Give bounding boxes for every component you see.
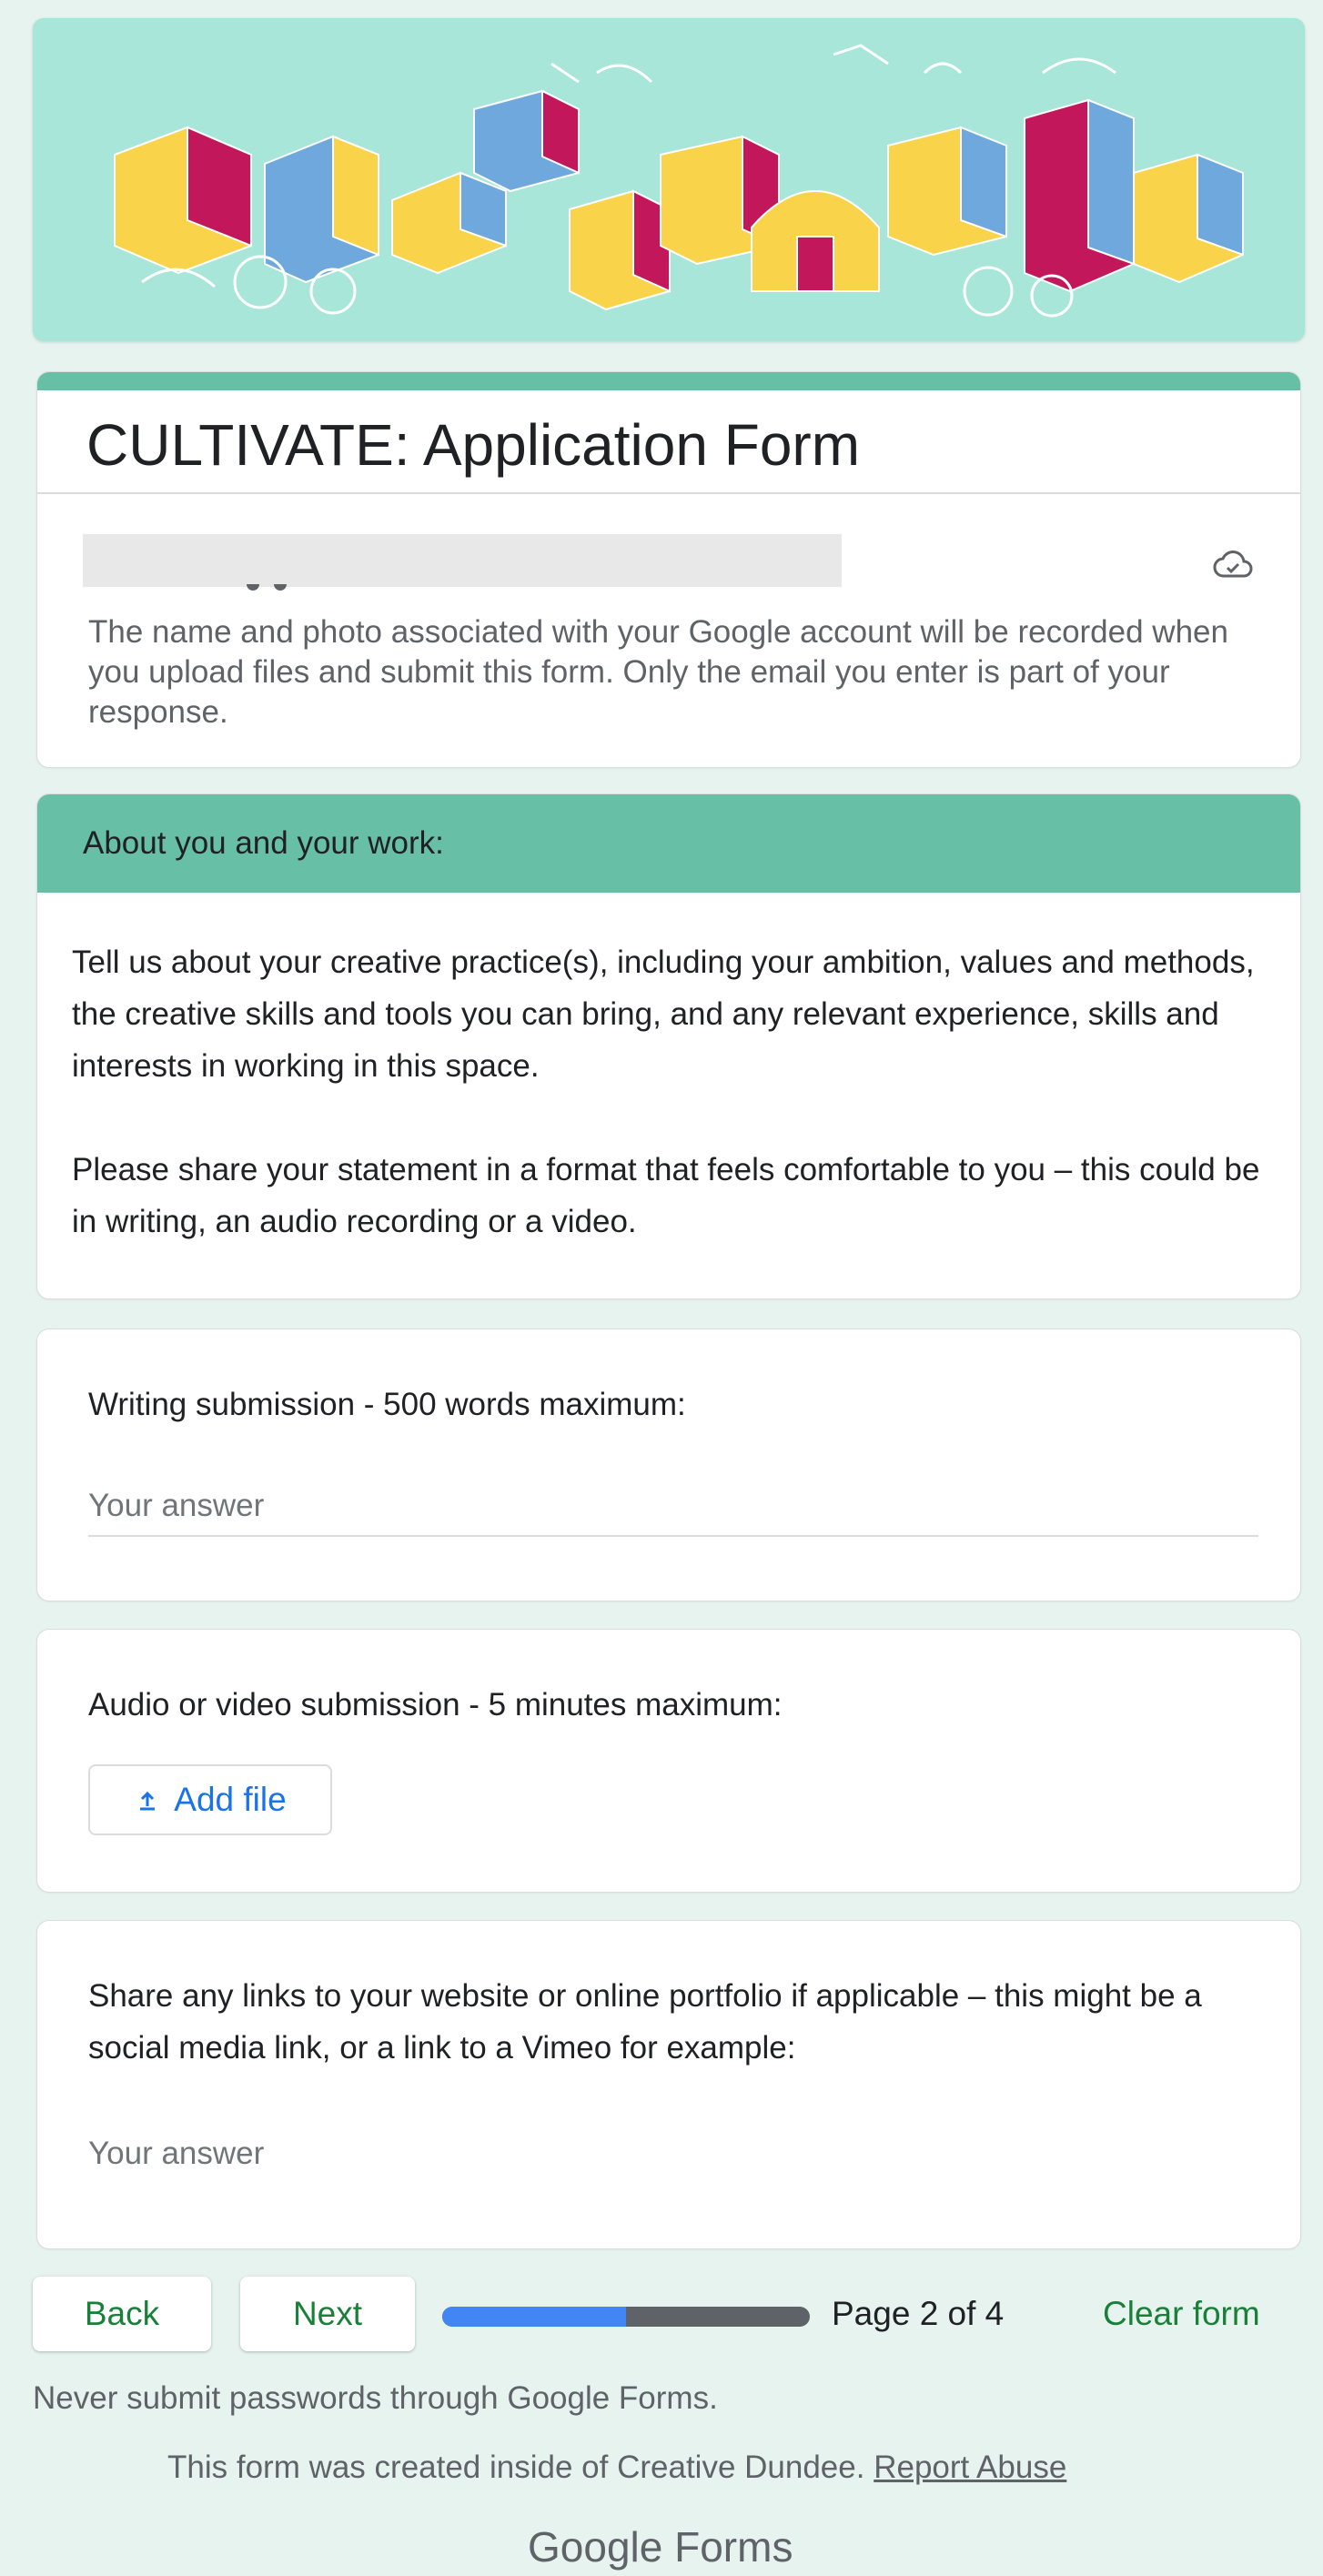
page-indicator: Page 2 of 4 xyxy=(832,2295,1005,2332)
account-email-tail xyxy=(247,584,356,591)
question-label: Share any links to your website or onlin… xyxy=(88,1978,1202,2066)
divider xyxy=(37,492,1300,494)
clear-form-link[interactable]: Clear form xyxy=(1103,2295,1260,2333)
section-description: Tell us about your creative practice(s),… xyxy=(37,893,1300,1248)
section-description-paragraph: Please share your statement in a format … xyxy=(72,1152,1260,1239)
cloud-saved-icon[interactable] xyxy=(1213,551,1253,580)
question-links: Share any links to your website or onlin… xyxy=(36,1920,1301,2249)
account-email-redacted xyxy=(83,534,842,587)
form-title: CULTIVATE: Application Form xyxy=(86,412,861,478)
question-label: Audio or video submission - 5 minutes ma… xyxy=(88,1687,783,1722)
account-notice: The name and photo associated with your … xyxy=(88,614,1228,730)
progress-fill xyxy=(442,2307,626,2327)
created-by-text: This form was created inside of Creative… xyxy=(167,2450,865,2485)
next-button[interactable]: Next xyxy=(240,2277,415,2351)
upload-icon xyxy=(140,1791,156,1811)
add-file-label: Add file xyxy=(174,1781,287,1818)
google-forms-logo[interactable]: Google Forms xyxy=(528,2522,793,2571)
section-description-paragraph: Tell us about your creative practice(s),… xyxy=(72,945,1255,1084)
question-media: Audio or video submission - 5 minutes ma… xyxy=(36,1629,1301,1893)
add-file-button[interactable]: Add file xyxy=(88,1764,332,1835)
created-by-notice: This form was created inside of Creative… xyxy=(167,2450,1066,2486)
links-answer-input[interactable]: Your answer xyxy=(88,2136,1258,2172)
form-title-card: CULTIVATE: Application Form The name and… xyxy=(36,371,1301,768)
progress-bar xyxy=(442,2307,810,2327)
cultivate-banner-illustration xyxy=(33,18,1305,341)
writing-answer-input[interactable]: Your answer xyxy=(88,1488,1258,1537)
header-banner xyxy=(33,18,1305,341)
question-label: Writing submission - 500 words maximum: xyxy=(88,1387,686,1422)
report-abuse-link[interactable]: Report Abuse xyxy=(874,2450,1066,2485)
section-card: About you and your work: Tell us about y… xyxy=(36,793,1301,1299)
brand-forms: Forms xyxy=(674,2523,793,2571)
accent-bar xyxy=(37,372,1300,390)
password-warning: Never submit passwords through Google Fo… xyxy=(33,2380,718,2416)
question-writing: Writing submission - 500 words maximum: … xyxy=(36,1328,1301,1601)
section-header: About you and your work: xyxy=(37,794,1300,893)
back-button[interactable]: Back xyxy=(33,2277,211,2351)
brand-google: Google xyxy=(528,2523,663,2571)
